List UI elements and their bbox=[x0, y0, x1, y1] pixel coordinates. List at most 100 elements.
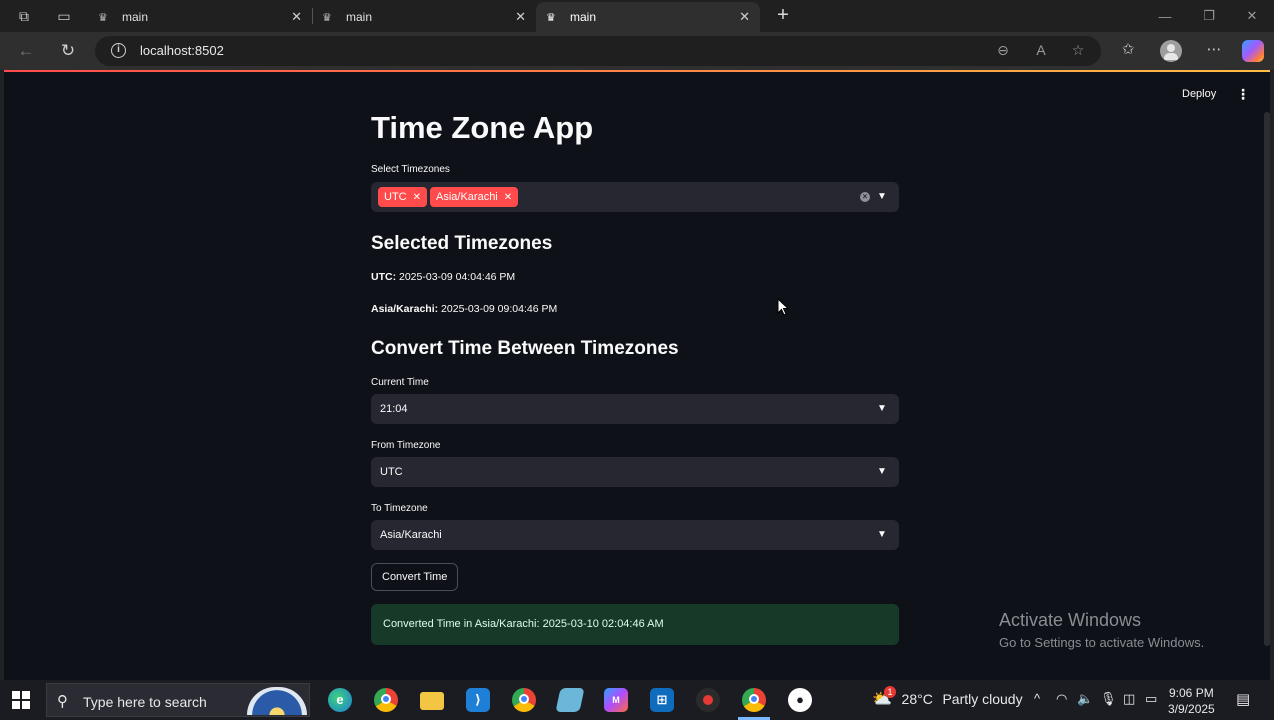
crown-icon: ♛ bbox=[322, 11, 332, 24]
browser-tab-1[interactable]: ♛ main ✕ bbox=[88, 2, 312, 32]
page-title: Time Zone App bbox=[371, 110, 594, 145]
restore-icon[interactable]: ❐ bbox=[1187, 0, 1231, 32]
close-window-icon[interactable]: ✕ bbox=[1230, 0, 1274, 32]
clock-date: 3/9/2025 bbox=[1168, 702, 1215, 716]
close-tab-icon[interactable]: ✕ bbox=[515, 9, 526, 25]
clock-time: 9:06 PM bbox=[1169, 686, 1214, 700]
url-text[interactable]: localhost:8502 bbox=[140, 43, 224, 58]
favorite-star-icon[interactable]: ☆ bbox=[1068, 42, 1088, 60]
tab-actions-icon[interactable]: ▭ bbox=[48, 0, 80, 32]
chip-asia-karachi[interactable]: Asia/Karachi ✕ bbox=[430, 187, 519, 207]
microphone-icon[interactable]: 🎙 bbox=[1100, 691, 1117, 707]
close-tab-icon[interactable]: ✕ bbox=[739, 9, 750, 25]
watermark-line-2: Go to Settings to activate Windows. bbox=[999, 635, 1205, 650]
read-aloud-icon[interactable]: A bbox=[1031, 42, 1051, 60]
vscode-icon[interactable]: ⟩ bbox=[466, 688, 490, 712]
streamlit-decoration-bar bbox=[4, 70, 1270, 72]
search-placeholder: Type here to search bbox=[83, 694, 207, 710]
convert-time-button[interactable]: Convert Time bbox=[371, 563, 459, 591]
address-bar[interactable]: i localhost:8502 ⊖ A ☆ bbox=[95, 36, 1101, 66]
remove-chip-icon[interactable]: ✕ bbox=[504, 192, 512, 203]
chip-label: Asia/Karachi bbox=[436, 191, 498, 203]
meet-now-icon[interactable]: ◫ bbox=[1123, 691, 1135, 707]
select-value: 21:04 bbox=[380, 403, 408, 415]
mouse-cursor-icon bbox=[777, 298, 789, 316]
activate-windows-watermark: Activate Windows Go to Settings to activ… bbox=[999, 610, 1204, 650]
zoom-icon[interactable]: ⊖ bbox=[993, 42, 1013, 60]
profile-avatar-icon[interactable] bbox=[1160, 40, 1182, 62]
chrome-profile-icon[interactable] bbox=[512, 688, 536, 712]
chevron-down-icon[interactable]: ▼ bbox=[876, 529, 888, 541]
weather-temp: 28°C bbox=[901, 691, 933, 707]
show-hidden-icons[interactable]: ^ bbox=[1034, 691, 1040, 706]
taskbar-search[interactable]: ⚲ Type here to search bbox=[46, 683, 310, 717]
workspaces-icon[interactable]: ⧉ bbox=[8, 0, 40, 32]
notes-app-icon[interactable] bbox=[555, 688, 585, 712]
windows-taskbar: ⚲ Type here to search e ⟩ M ⊞ ● ⛅ 1 28°C… bbox=[0, 680, 1274, 720]
battery-icon[interactable]: ▭ bbox=[1145, 691, 1157, 707]
network-icon[interactable]: ◠ bbox=[1056, 691, 1067, 707]
volume-icon[interactable]: 🔈 bbox=[1077, 691, 1093, 707]
minimize-icon[interactable]: — bbox=[1143, 0, 1187, 32]
tab-title: main bbox=[570, 10, 597, 24]
close-tab-icon[interactable]: ✕ bbox=[291, 9, 302, 25]
browser-tab-3-active[interactable]: ♛ main ✕ bbox=[536, 2, 760, 32]
site-info-icon[interactable]: i bbox=[111, 43, 126, 58]
microsoft-365-icon[interactable]: M bbox=[604, 688, 628, 712]
watermark-line-1: Activate Windows bbox=[999, 610, 1142, 630]
crown-icon: ♛ bbox=[546, 11, 556, 24]
select-value: UTC bbox=[380, 466, 403, 478]
current-time-label: Current Time bbox=[371, 377, 429, 388]
convert-heading: Convert Time Between Timezones bbox=[371, 338, 679, 359]
file-explorer-icon[interactable] bbox=[420, 692, 444, 710]
more-menu-icon[interactable]: ⋯ bbox=[1203, 39, 1225, 61]
weather-widget[interactable]: ⛅ 1 28°C Partly cloudy bbox=[872, 686, 1023, 709]
search-icon: ⚲ bbox=[57, 693, 68, 710]
chevron-down-icon[interactable]: ▼ bbox=[876, 403, 888, 415]
clear-all-icon[interactable]: × bbox=[860, 192, 870, 202]
selected-time-karachi: Asia/Karachi: 2025-03-09 09:04:46 PM bbox=[371, 303, 557, 315]
new-tab-button[interactable]: + bbox=[772, 4, 794, 26]
back-icon[interactable]: ← bbox=[13, 39, 39, 63]
from-timezone-select[interactable]: UTC ▼ bbox=[371, 457, 899, 487]
chrome-icon[interactable] bbox=[374, 688, 398, 712]
edge-icon[interactable]: e bbox=[328, 688, 352, 712]
search-highlight-emblem-icon[interactable] bbox=[247, 687, 307, 715]
weather-badge: 1 bbox=[884, 686, 896, 698]
select-value: Asia/Karachi bbox=[380, 529, 442, 541]
page-scrollbar[interactable] bbox=[1264, 112, 1270, 646]
zone-name: Asia/Karachi: bbox=[371, 303, 439, 315]
to-timezone-select[interactable]: Asia/Karachi ▼ bbox=[371, 520, 899, 550]
microsoft-store-icon[interactable]: ⊞ bbox=[650, 688, 674, 712]
main-menu-icon[interactable]: ⋮ bbox=[1236, 86, 1250, 103]
chevron-down-icon[interactable]: ▼ bbox=[876, 466, 888, 478]
deploy-button[interactable]: Deploy bbox=[1182, 88, 1216, 100]
github-icon[interactable]: ● bbox=[788, 688, 812, 712]
success-alert: Converted Time in Asia/Karachi: 2025-03-… bbox=[371, 604, 899, 645]
address-toolbar: ← ↻ i localhost:8502 ⊖ A ☆ ✩ ⋯ bbox=[0, 32, 1274, 70]
current-time-select[interactable]: 21:04 ▼ bbox=[371, 394, 899, 424]
chevron-down-icon[interactable]: ▼ bbox=[876, 191, 888, 203]
reload-icon[interactable]: ↻ bbox=[55, 39, 81, 63]
chrome-active-icon[interactable] bbox=[742, 688, 766, 712]
timezones-multiselect[interactable]: UTC ✕ Asia/Karachi ✕ × ▼ bbox=[371, 182, 899, 212]
to-timezone-label: To Timezone bbox=[371, 503, 428, 514]
taskbar-clock[interactable]: 9:06 PM 3/9/2025 bbox=[1168, 685, 1215, 717]
copilot-icon[interactable] bbox=[1242, 40, 1264, 62]
favorites-icon[interactable]: ✩ bbox=[1117, 39, 1139, 61]
browser-tab-bar: ⧉ ▭ ♛ main ✕ ♛ main ✕ ♛ main ✕ + — ❐ ✕ bbox=[0, 0, 1274, 32]
chip-utc[interactable]: UTC ✕ bbox=[378, 187, 427, 207]
browser-tab-2[interactable]: ♛ main ✕ bbox=[312, 2, 536, 32]
zone-name: UTC: bbox=[371, 271, 397, 283]
remove-chip-icon[interactable]: ✕ bbox=[413, 192, 421, 203]
crown-icon: ♛ bbox=[98, 11, 108, 24]
tab-title: main bbox=[346, 10, 373, 24]
from-timezone-label: From Timezone bbox=[371, 440, 441, 451]
zone-time: 2025-03-09 04:04:46 PM bbox=[399, 271, 516, 283]
screen-recorder-icon[interactable] bbox=[696, 688, 720, 712]
notifications-icon[interactable]: ▤ bbox=[1236, 690, 1250, 708]
tab-title: main bbox=[122, 10, 149, 24]
converted-time-text: Converted Time in Asia/Karachi: 2025-03-… bbox=[383, 618, 664, 630]
windows-start-icon[interactable] bbox=[12, 691, 30, 709]
chip-label: UTC bbox=[384, 191, 407, 203]
